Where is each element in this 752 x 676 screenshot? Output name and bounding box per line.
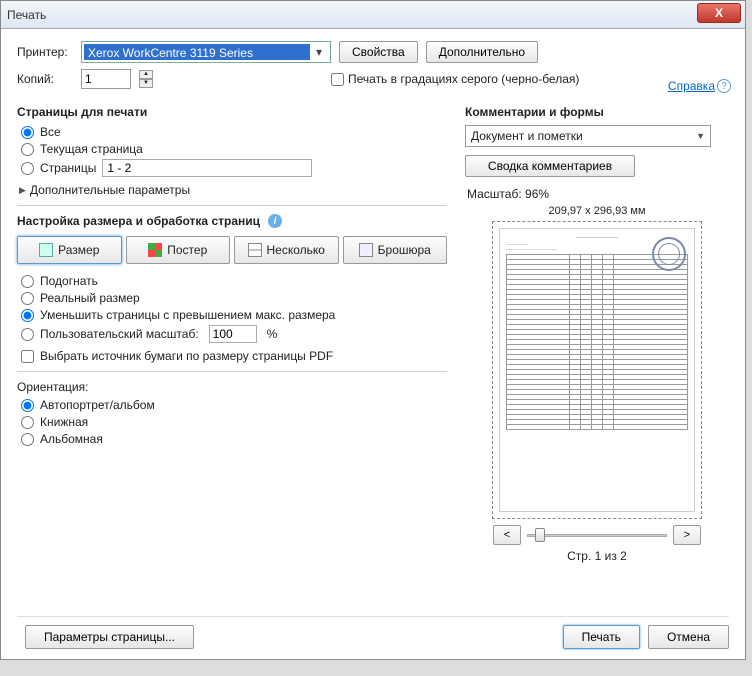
booklet-icon [359,243,373,257]
shrink-radio[interactable] [21,309,34,322]
custom-radio[interactable] [21,328,34,341]
shrink-label: Уменьшить страницы с превышением макс. р… [40,308,335,322]
tab-multiple[interactable]: Несколько [234,236,339,264]
dimensions-label: 209,97 x 296,93 мм [465,205,729,217]
printer-row: Принтер: Xerox WorkCentre 3119 Series ▾ … [17,41,729,63]
custom-scale-input[interactable] [209,325,257,343]
printer-value: Xerox WorkCentre 3119 Series [84,44,310,60]
size-icon [39,243,53,257]
summary-button[interactable]: Сводка комментариев [465,155,635,177]
pages-current-radio[interactable] [21,143,34,156]
pages-current-label: Текущая страница [40,142,143,156]
grayscale-checkbox[interactable] [331,73,344,86]
pages-all-radio[interactable] [21,126,34,139]
bottom-row: Параметры страницы... Печать Отмена [17,616,729,649]
advanced-button[interactable]: Дополнительно [426,41,538,63]
tab-booklet[interactable]: Брошюра [343,236,448,264]
multiple-icon [248,243,262,257]
copies-label: Копий: [17,72,73,86]
prev-page-button[interactable]: < [493,525,521,545]
tab-poster-label: Постер [167,243,207,257]
orient-portrait-label: Книжная [40,415,88,429]
scale-value: 96% [525,187,549,201]
cancel-button[interactable]: Отмена [648,625,729,649]
chevron-down-icon: ▾ [310,45,328,59]
copies-spinner: ▲ ▼ [139,70,153,88]
next-page-button[interactable]: > [673,525,701,545]
main-columns: Страницы для печати Все Текущая страница… [17,99,729,606]
orient-auto-radio[interactable] [21,399,34,412]
sizing-header: Настройка размера и обработка страниц i [17,214,447,228]
slider-thumb[interactable] [535,528,545,542]
copies-input[interactable] [81,69,131,89]
orient-auto-label: Автопортрет/альбом [40,398,155,412]
window-title: Печать [7,8,46,22]
spinner-down[interactable]: ▼ [139,79,153,88]
pages-title: Страницы для печати [17,105,447,119]
print-preview: ─────────────── ────────── ─────────────… [492,221,702,519]
pages-all-label: Все [40,125,61,139]
preview-nav: < > [465,525,729,545]
comments-title: Комментарии и формы [465,105,729,119]
poster-icon [148,243,162,257]
sizing-toggle-row: Размер Постер Несколько Брошюра [17,236,447,264]
stamp-icon [652,237,686,271]
tab-multiple-label: Несколько [267,243,325,257]
dialog-body: Справка ? Принтер: Xerox WorkCentre 3119… [1,29,745,659]
close-button[interactable]: X [697,3,741,23]
preview-table [506,254,688,430]
page-indicator: Стр. 1 из 2 [465,549,729,563]
orient-landscape-label: Альбомная [40,432,103,446]
pages-range-radio[interactable] [21,162,34,175]
fit-label: Подогнать [40,274,98,288]
orient-landscape-radio[interactable] [21,433,34,446]
right-column: Комментарии и формы Документ и пометки ▼… [465,99,729,606]
spinner-up[interactable]: ▲ [139,70,153,79]
page-slider[interactable] [527,528,667,542]
preview-document: ─────────────── ────────── ─────────────… [499,228,695,512]
paper-source-checkbox[interactable] [21,350,34,363]
pages-range-input[interactable] [102,159,312,177]
printer-label: Принтер: [17,45,73,59]
properties-button[interactable]: Свойства [339,41,418,63]
actual-label: Реальный размер [40,291,140,305]
divider [17,205,447,206]
info-icon[interactable]: i [268,214,282,228]
comments-value: Документ и пометки [471,129,696,143]
paper-source-label: Выбрать источник бумаги по размеру стран… [40,349,333,363]
print-button[interactable]: Печать [563,625,640,649]
tab-size-label: Размер [58,243,99,257]
left-column: Страницы для печати Все Текущая страница… [17,99,447,606]
fit-radio[interactable] [21,275,34,288]
orient-portrait-radio[interactable] [21,416,34,429]
titlebar: Печать X [1,1,745,29]
printer-dropdown[interactable]: Xerox WorkCentre 3119 Series ▾ [81,41,331,63]
scale-row: Масштаб: 96% [467,187,727,201]
tab-poster[interactable]: Постер [126,236,231,264]
tab-size[interactable]: Размер [17,236,122,264]
tab-booklet-label: Брошюра [378,243,431,257]
pct-label: % [267,327,278,341]
orientation-title: Ориентация: [17,380,447,394]
scale-label: Масштаб: [467,187,522,201]
triangle-right-icon: ▶ [19,185,26,196]
copies-row: Копий: ▲ ▼ Печать в градациях серого (че… [17,69,729,89]
sizing-title: Настройка размера и обработка страниц [17,214,260,228]
page-setup-button[interactable]: Параметры страницы... [25,625,194,649]
actual-radio[interactable] [21,292,34,305]
help-icon[interactable]: ? [717,79,731,93]
comments-dropdown[interactable]: Документ и пометки ▼ [465,125,711,147]
close-icon: X [715,6,723,20]
pages-range-label: Страницы [40,161,96,175]
help-link[interactable]: Справка [668,79,715,93]
print-dialog: Печать X Справка ? Принтер: Xerox WorkCe… [0,0,746,660]
custom-label: Пользовательский масштаб: [40,327,199,341]
chevron-down-icon: ▼ [696,131,705,141]
more-options-label: Дополнительные параметры [30,183,190,197]
grayscale-label: Печать в градациях серого (черно-белая) [348,72,579,86]
more-options-toggle[interactable]: ▶ Дополнительные параметры [19,183,447,197]
grayscale-option: Печать в градациях серого (черно-белая) [331,72,579,86]
divider [17,371,447,372]
slider-track [527,534,667,537]
